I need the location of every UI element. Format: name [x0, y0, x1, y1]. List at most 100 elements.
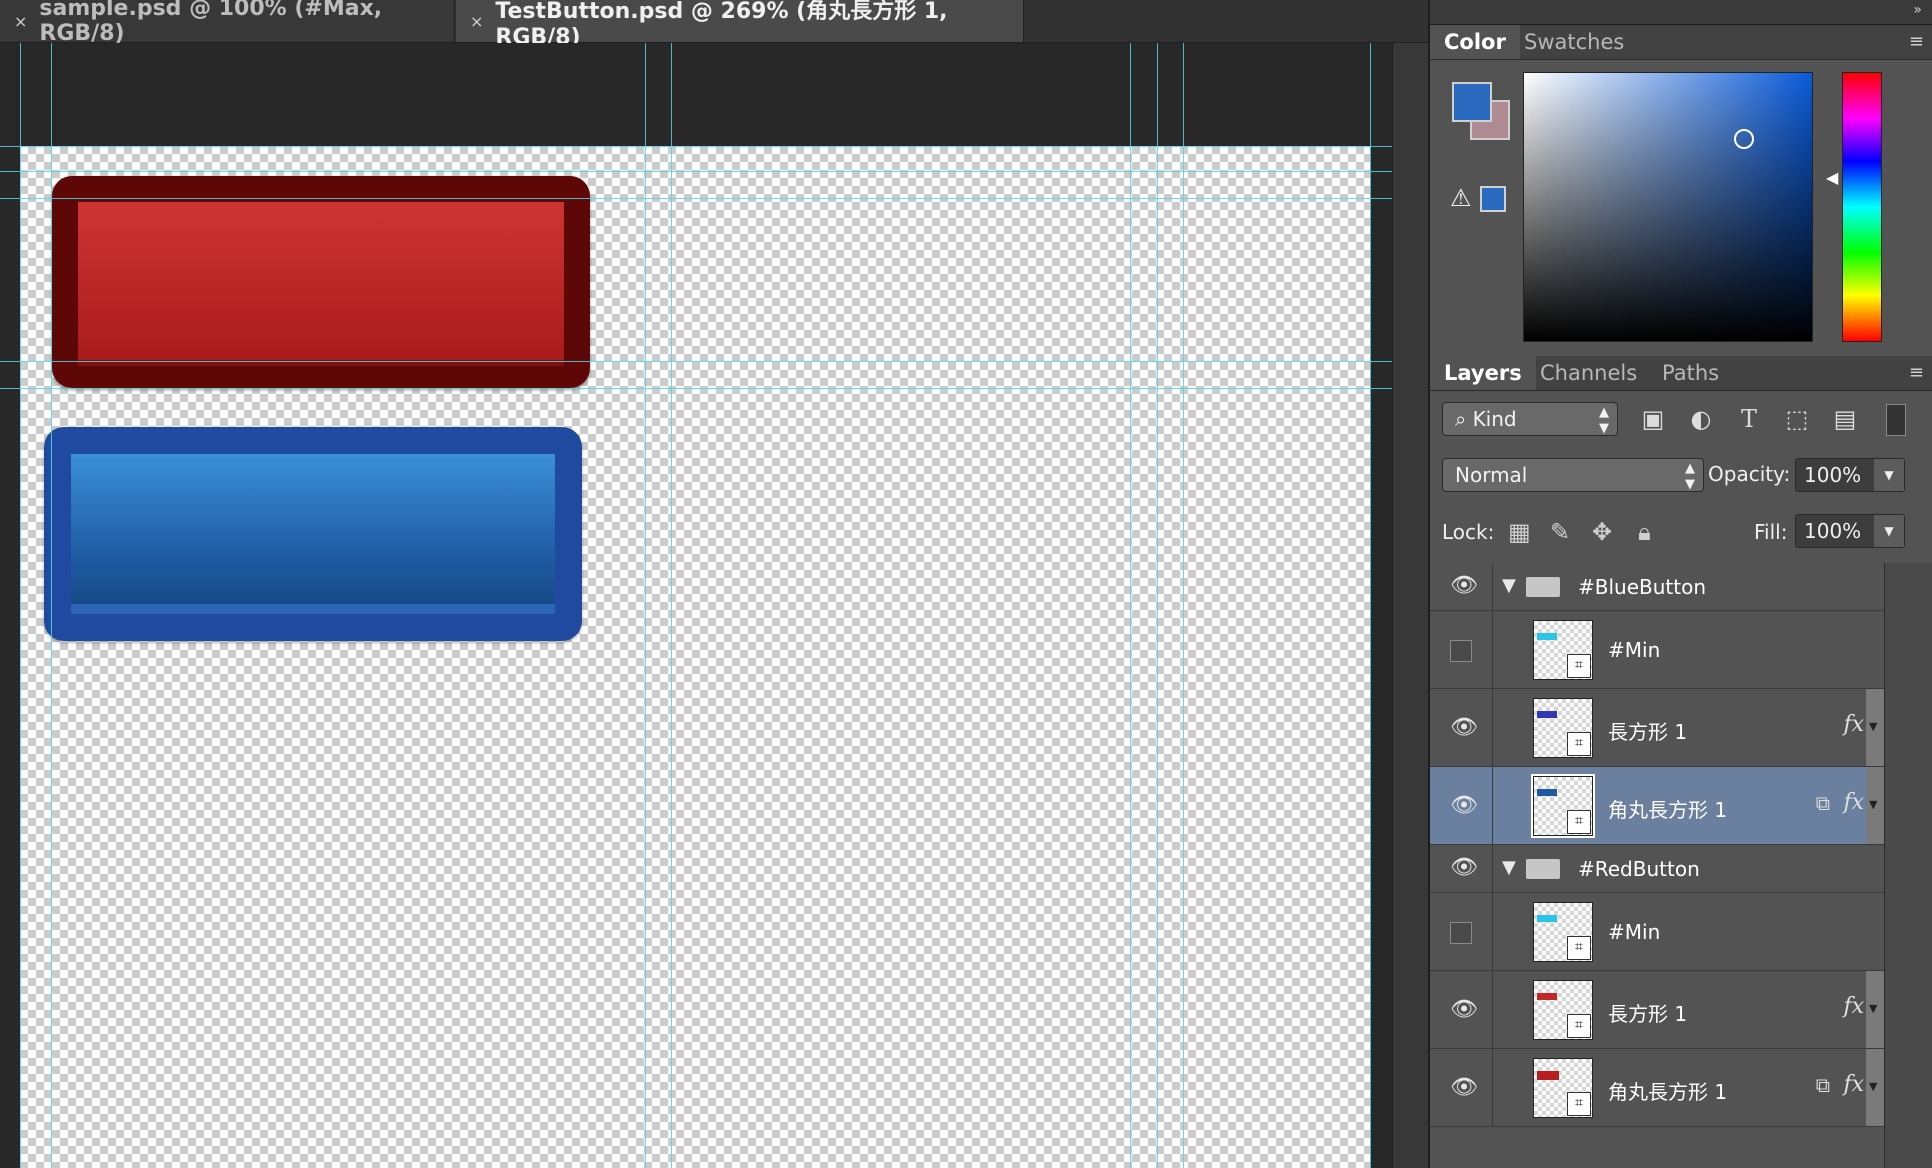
eye-icon[interactable]: 👁︎ [1450, 997, 1478, 1022]
layers-scrollbar[interactable] [1884, 563, 1932, 1168]
layer-row[interactable]: 👁︎ ⌗ 長方形 1 fx ▼ [1430, 689, 1884, 767]
filter-adjustment-layers-icon[interactable]: ◐ [1686, 404, 1716, 434]
filter-shape-layers-icon[interactable]: ⬚ [1782, 404, 1812, 434]
lock-position-icon[interactable]: ✥ [1592, 518, 1612, 546]
fill-field[interactable]: 100% ▼ [1795, 514, 1905, 548]
fx-icon[interactable]: fx [1843, 712, 1864, 737]
layer-row[interactable]: ⌗ #Min [1430, 611, 1884, 689]
layer-row[interactable]: 👁︎ ⌗ 角丸長方形 1 ⧉ fx ▼ [1430, 1049, 1884, 1127]
visibility-cell[interactable]: 👁︎ [1430, 971, 1493, 1048]
hue-slider-pointer-icon[interactable]: ◀ [1826, 168, 1838, 187]
expand-triangle-icon[interactable]: ▼ [1502, 857, 1516, 878]
gamut-correction-swatch[interactable] [1480, 186, 1506, 212]
canvas-vertical-scrollbar[interactable] [1392, 43, 1429, 1168]
color-picker-cursor[interactable] [1734, 129, 1754, 149]
layer-name[interactable]: #Min [1608, 920, 1660, 944]
document-workspace[interactable] [0, 43, 1392, 1168]
expand-triangle-icon[interactable]: ▼ [1502, 575, 1516, 596]
foreground-color-swatch[interactable] [1452, 82, 1492, 122]
layer-row-selected[interactable]: 👁︎ ⌗ 角丸長方形 1 ⧉ fx ▼ [1430, 767, 1884, 845]
guide-horizontal[interactable] [0, 198, 1392, 199]
color-picker-field[interactable] [1523, 72, 1813, 342]
chevron-down-icon[interactable]: ▼ [1874, 515, 1904, 547]
layer-row[interactable]: 👁︎ ⌗ 長方形 1 fx ▼ [1430, 971, 1884, 1049]
layer-row[interactable]: ⌗ #Min [1430, 893, 1884, 971]
layer-name[interactable]: #RedButton [1578, 857, 1700, 881]
tab-channels[interactable]: Channels [1526, 356, 1651, 390]
panel-collapse-bar[interactable]: » [1430, 0, 1932, 25]
visibility-off-box[interactable] [1450, 640, 1472, 662]
visibility-cell[interactable]: 👁︎ [1430, 767, 1493, 844]
lock-image-pixels-icon[interactable]: ✎ [1550, 518, 1570, 546]
filter-smart-objects-icon[interactable]: ▤ [1830, 404, 1860, 434]
panel-menu-icon[interactable]: ≡ [1909, 31, 1924, 52]
visibility-cell[interactable]: 👁︎ [1430, 845, 1493, 892]
eye-icon[interactable]: 👁︎ [1450, 855, 1478, 880]
hue-slider[interactable] [1842, 72, 1882, 342]
guide-horizontal[interactable] [0, 388, 1392, 389]
visibility-cell[interactable]: 👁︎ [1430, 563, 1493, 610]
chevron-down-icon[interactable]: ▼ [1869, 1002, 1877, 1015]
opacity-field[interactable]: 100% ▼ [1795, 458, 1905, 492]
chevron-down-icon[interactable]: ▼ [1874, 459, 1904, 491]
eye-icon[interactable]: 👁︎ [1450, 1075, 1478, 1100]
warning-triangle-icon[interactable]: ⚠ [1450, 184, 1472, 212]
visibility-cell[interactable] [1430, 893, 1493, 970]
red-button-artwork[interactable] [52, 176, 590, 388]
tab-sample-psd[interactable]: × sample.psd @ 100% (#Max, RGB/8) [0, 0, 455, 46]
guide-vertical[interactable] [1157, 43, 1158, 1168]
tab-swatches[interactable]: Swatches [1510, 25, 1638, 59]
layer-name[interactable]: 角丸長方形 1 [1608, 1076, 1727, 1105]
collapse-panels-icon[interactable]: » [1913, 2, 1922, 18]
fx-icon[interactable]: fx [1843, 790, 1864, 815]
guide-vertical[interactable] [1130, 43, 1131, 1168]
guide-horizontal[interactable] [0, 146, 1392, 147]
layer-name[interactable]: #BlueButton [1578, 575, 1706, 599]
visibility-off-box[interactable] [1450, 922, 1472, 944]
guide-horizontal[interactable] [0, 361, 1392, 362]
guide-horizontal[interactable] [0, 171, 1392, 172]
eye-icon[interactable]: 👁︎ [1450, 573, 1478, 598]
visibility-cell[interactable]: 👁︎ [1430, 1049, 1493, 1126]
tab-close-icon[interactable]: × [14, 12, 27, 31]
guide-vertical[interactable] [51, 43, 52, 1168]
layer-name[interactable]: #Min [1608, 638, 1660, 662]
layer-name[interactable]: 長方形 1 [1608, 998, 1687, 1027]
chevron-down-icon[interactable]: ▼ [1869, 1080, 1877, 1093]
eye-icon[interactable]: 👁︎ [1450, 715, 1478, 740]
blend-mode-select[interactable]: Normal ▲ ▼ [1442, 458, 1704, 492]
tab-paths[interactable]: Paths [1648, 356, 1733, 390]
lock-transparent-pixels-icon[interactable]: ▦ [1508, 518, 1531, 546]
filter-toggle-switch[interactable] [1886, 404, 1906, 436]
layer-group-row[interactable]: 👁︎ ▼ #RedButton [1430, 845, 1884, 893]
chevron-down-icon[interactable]: ▼ [1869, 798, 1877, 811]
tab-color[interactable]: Color [1430, 25, 1520, 59]
effects-expander[interactable]: ▼ [1866, 971, 1884, 1048]
blue-button-artwork[interactable] [44, 427, 582, 641]
fx-icon[interactable]: fx [1843, 994, 1864, 1019]
guide-vertical[interactable] [20, 43, 21, 1168]
filter-type-layers-icon[interactable]: T [1734, 404, 1764, 434]
chevron-down-icon[interactable]: ▼ [1869, 720, 1877, 733]
tab-testbutton-psd[interactable]: × TestButton.psd @ 269% (角丸長方形 1, RGB/8) [456, 0, 1024, 50]
layer-name[interactable]: 角丸長方形 1 [1608, 794, 1727, 823]
layer-group-row[interactable]: 👁︎ ▼ #BlueButton [1430, 563, 1884, 611]
lock-all-icon[interactable]: 🔒︎ [1638, 518, 1651, 546]
guide-vertical[interactable] [671, 43, 672, 1168]
panel-menu-icon[interactable]: ≡ [1909, 362, 1924, 383]
effects-expander[interactable]: ▼ [1866, 689, 1884, 766]
visibility-cell[interactable] [1430, 611, 1493, 688]
guide-vertical[interactable] [645, 43, 646, 1168]
layer-filter-kind-select[interactable]: ⌕ Kind ▲ ▼ [1442, 402, 1618, 436]
layer-name[interactable]: 長方形 1 [1608, 716, 1687, 745]
eye-icon[interactable]: 👁︎ [1450, 793, 1478, 818]
effects-expander[interactable]: ▼ [1866, 1049, 1884, 1126]
effects-expander[interactable]: ▼ [1866, 767, 1884, 844]
filter-pixel-layers-icon[interactable]: ▣ [1638, 404, 1668, 434]
tab-close-icon[interactable]: × [470, 12, 483, 31]
fx-icon[interactable]: fx [1843, 1072, 1864, 1097]
tab-layers[interactable]: Layers [1430, 356, 1536, 390]
guide-vertical[interactable] [1183, 43, 1184, 1168]
visibility-cell[interactable]: 👁︎ [1430, 689, 1493, 766]
guide-vertical[interactable] [1370, 43, 1371, 1168]
